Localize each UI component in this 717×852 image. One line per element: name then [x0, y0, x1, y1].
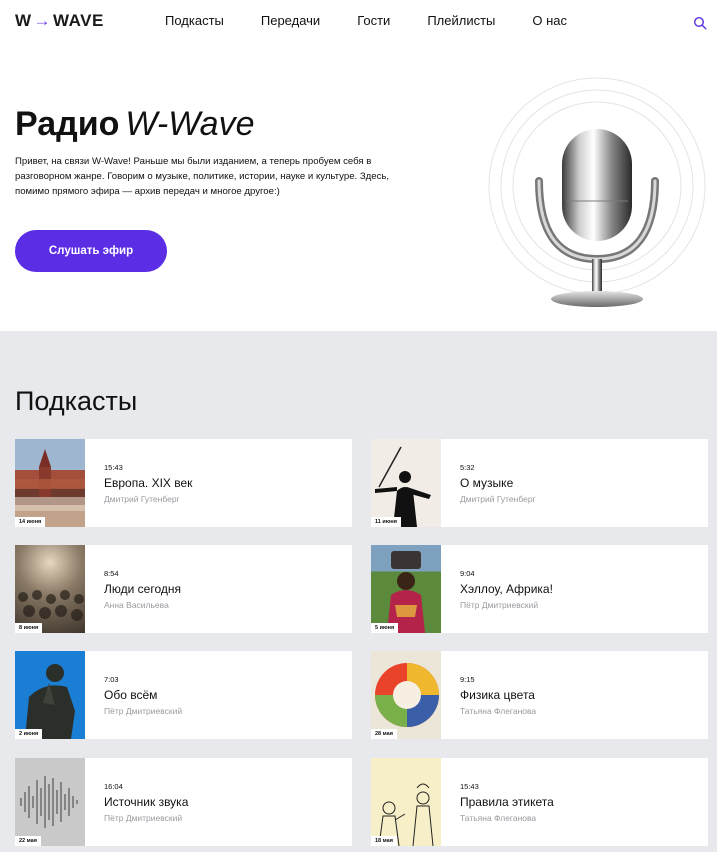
duration: 15:43	[460, 782, 479, 791]
duration: 9:04	[460, 569, 475, 578]
etiquette-drawing: 18 мая	[371, 758, 441, 846]
hero-title-italic: W-Wave	[125, 105, 255, 143]
podcast-card[interactable]: 11 июня 5:32 О музыке Дмитрий Гутенберг	[371, 439, 708, 527]
color-wheel: 28 мая	[371, 651, 441, 739]
podcast-title: Источник звука	[104, 795, 189, 809]
search-icon[interactable]	[693, 16, 707, 30]
logo-arrow: →	[33, 11, 52, 30]
soundwave: 22 мая	[15, 758, 85, 846]
podcast-card[interactable]: 22 мая 16:04 Источник звука Пётр Дмитрие…	[15, 758, 352, 846]
podcast-title: Физика цвета	[460, 688, 535, 702]
podcast-card[interactable]: 8 июня 8:54 Люди сегодня Анна Васильева	[15, 545, 352, 633]
hero-section: Радио W-Wave Привет, на связи W-Wave! Ран…	[0, 44, 717, 331]
nav-playlists[interactable]: Плейлисты	[427, 13, 495, 28]
podcasts-title: Подкасты	[15, 386, 138, 416]
duration: 9:15	[460, 675, 475, 684]
podcast-card[interactable]: 5 июня 9:04 Хэллоу, Африка! Пётр Дмитрие…	[371, 545, 708, 633]
date-badge: 11 июня	[371, 517, 401, 527]
podcast-author: Анна Васильева	[104, 600, 169, 610]
date-badge: 22 мая	[15, 836, 41, 846]
thinker-photo: 2 июня	[15, 651, 85, 739]
podcast-author: Дмитрий Гутенберг	[104, 494, 180, 504]
podcast-title: Хэллоу, Африка!	[460, 582, 553, 596]
podcast-card[interactable]: 28 мая 9:15 Физика цвета Татьяна Флегано…	[371, 651, 708, 739]
logo-w: W	[15, 11, 32, 30]
podcast-author: Пётр Дмитриевский	[104, 813, 183, 823]
date-badge: 5 июня	[371, 623, 399, 633]
hero-title-bold: Радио	[15, 105, 120, 143]
listen-live-button[interactable]: Слушать эфир	[15, 230, 167, 272]
podcast-card[interactable]: 18 мая 15:43 Правила этикета Татьяна Фле…	[371, 758, 708, 846]
podcasts-section: Подкасты 14 июня 15:43 Европа. XIX век Д…	[0, 331, 717, 852]
date-badge: 28 мая	[371, 729, 397, 739]
podcast-title: Люди сегодня	[104, 582, 181, 596]
podcast-author: Татьяна Флеганова	[460, 706, 537, 716]
microphone-illustration	[488, 77, 706, 307]
site-header: W → WAVE Подкасты Передачи Гости Плейлис…	[0, 0, 717, 44]
date-badge: 8 июня	[15, 623, 43, 633]
podcast-title: Европа. XIX век	[104, 476, 193, 490]
main-nav: Подкасты Передачи Гости Плейлисты О нас	[165, 13, 604, 28]
logo[interactable]: W → WAVE	[15, 11, 104, 31]
podcast-card[interactable]: 2 июня 7:03 Обо всём Пётр Дмитриевский	[15, 651, 352, 739]
podcast-title: Правила этикета	[460, 795, 554, 809]
nav-guests[interactable]: Гости	[357, 13, 390, 28]
nav-shows[interactable]: Передачи	[261, 13, 320, 28]
date-badge: 2 июня	[15, 729, 43, 739]
logo-wave: WAVE	[53, 11, 104, 30]
nav-podcasts[interactable]: Подкасты	[165, 13, 224, 28]
crowd-photo: 8 июня	[15, 545, 85, 633]
town-photo: 14 июня	[15, 439, 85, 527]
duration: 15:43	[104, 463, 123, 472]
podcast-author: Пётр Дмитриевский	[104, 706, 183, 716]
duration: 16:04	[104, 782, 123, 791]
duration: 5:32	[460, 463, 475, 472]
podcast-title: Обо всём	[104, 688, 158, 702]
podcast-title: О музыке	[460, 476, 514, 490]
africa-photo: 5 июня	[371, 545, 441, 633]
duration: 7:03	[104, 675, 119, 684]
date-badge: 14 июня	[15, 517, 46, 527]
nav-about[interactable]: О нас	[532, 13, 567, 28]
duration: 8:54	[104, 569, 119, 578]
podcast-author: Татьяна Флеганова	[460, 813, 537, 823]
podcast-card[interactable]: 14 июня 15:43 Европа. XIX век Дмитрий Гу…	[15, 439, 352, 527]
hero-description: Привет, на связи W-Wave! Раньше мы были …	[15, 156, 390, 197]
hero-title: Радио W-Wave	[15, 104, 254, 144]
podcast-author: Дмитрий Гутенберг	[460, 494, 536, 504]
podcast-author: Пётр Дмитриевский	[460, 600, 539, 610]
date-badge: 18 мая	[371, 836, 397, 846]
violinist-photo: 11 июня	[371, 439, 441, 527]
